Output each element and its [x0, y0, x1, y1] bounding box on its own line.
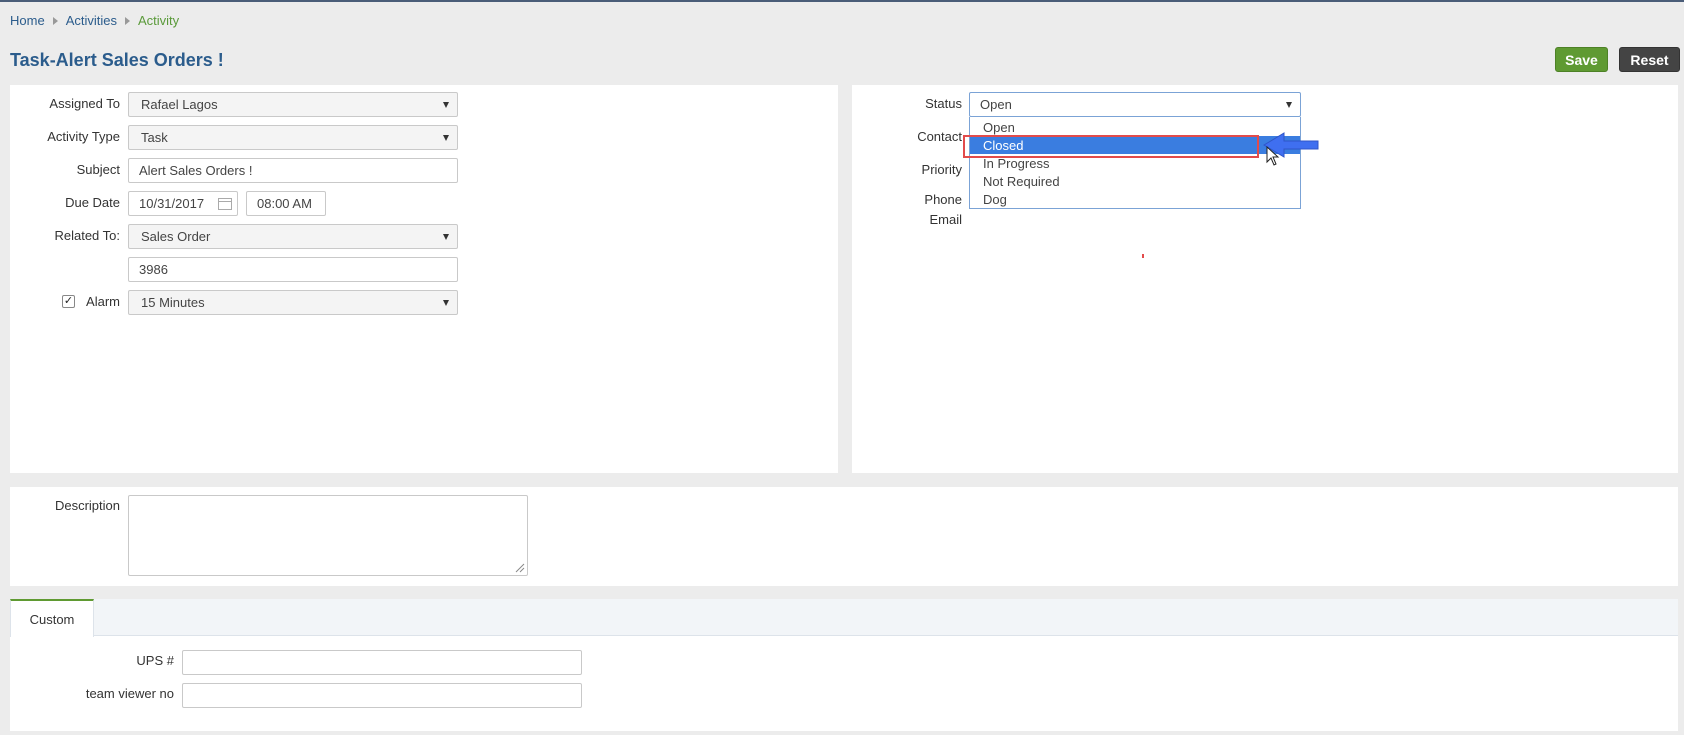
assigned-to-label: Assigned To — [49, 96, 120, 111]
ups-input[interactable] — [182, 650, 582, 675]
due-time-input[interactable]: 08:00 AM — [246, 191, 326, 216]
activity-type-value: Task — [141, 130, 168, 145]
alarm-label: Alarm — [86, 294, 120, 309]
due-date-input[interactable]: 10/31/2017 — [128, 191, 238, 216]
mouse-cursor-icon — [1266, 146, 1280, 166]
resize-handle-icon[interactable] — [515, 563, 525, 573]
contact-label: Contact — [917, 129, 962, 144]
activity-type-select[interactable]: Task — [128, 125, 458, 150]
save-button[interactable]: Save — [1555, 47, 1608, 72]
subject-label: Subject — [76, 162, 120, 177]
breadcrumb-current: Activity — [137, 13, 180, 28]
chevron-down-icon — [443, 135, 449, 141]
phone-label: Phone — [924, 192, 962, 207]
activity-type-label: Activity Type — [47, 129, 120, 144]
status-option-dog[interactable]: Dog — [970, 190, 1300, 208]
alarm-value: 15 Minutes — [141, 295, 205, 310]
assigned-to-select[interactable]: Rafael Lagos — [128, 92, 458, 117]
related-to-select[interactable]: Sales Order — [128, 224, 458, 249]
team-viewer-input[interactable] — [182, 683, 582, 708]
status-value: Open — [980, 97, 1012, 112]
email-label: Email — [929, 212, 962, 227]
ups-label: UPS # — [136, 653, 174, 668]
status-option-open[interactable]: Open — [970, 118, 1300, 136]
related-id-value: 3986 — [139, 262, 168, 277]
breadcrumb: Home Activities Activity — [10, 13, 179, 28]
chevron-down-icon — [443, 102, 449, 108]
breadcrumb-separator-icon — [124, 16, 130, 25]
tab-custom[interactable]: Custom — [10, 599, 94, 637]
calendar-icon[interactable] — [218, 198, 232, 210]
page-title: Task-Alert Sales Orders ! — [10, 50, 224, 70]
breadcrumb-activities-link[interactable]: Activities — [66, 13, 117, 28]
status-dropdown-list: Open Closed In Progress Not Required Dog — [969, 117, 1301, 209]
breadcrumb-separator-icon — [52, 16, 58, 25]
tab-bar — [10, 599, 1678, 636]
chevron-down-icon — [1286, 102, 1292, 108]
red-dot — [1142, 254, 1144, 258]
breadcrumb-home-link[interactable]: Home — [10, 13, 45, 28]
status-option-not-required[interactable]: Not Required — [970, 172, 1300, 190]
team-viewer-label: team viewer no — [85, 686, 174, 701]
priority-label: Priority — [921, 162, 962, 177]
alarm-select[interactable]: 15 Minutes — [128, 290, 458, 315]
due-date-value: 10/31/2017 — [139, 196, 205, 211]
description-textarea[interactable] — [128, 495, 528, 576]
related-to-value: Sales Order — [141, 229, 211, 244]
reset-button[interactable]: Reset — [1619, 47, 1680, 72]
status-select[interactable]: Open — [969, 92, 1301, 117]
subject-input[interactable]: Alert Sales Orders ! — [128, 158, 458, 183]
alarm-checkbox[interactable]: ✓ — [62, 295, 75, 308]
due-date-label: Due Date — [65, 195, 120, 210]
highlight-box — [963, 135, 1259, 158]
chevron-down-icon — [443, 234, 449, 240]
description-label: Description — [54, 498, 120, 513]
subject-value: Alert Sales Orders ! — [139, 163, 253, 178]
related-to-label: Related To: — [54, 228, 120, 243]
status-label: Status — [925, 96, 962, 111]
assigned-to-value: Rafael Lagos — [141, 97, 218, 112]
chevron-down-icon — [443, 300, 449, 306]
related-id-input[interactable]: 3986 — [128, 257, 458, 282]
due-time-value: 08:00 AM — [257, 196, 312, 211]
